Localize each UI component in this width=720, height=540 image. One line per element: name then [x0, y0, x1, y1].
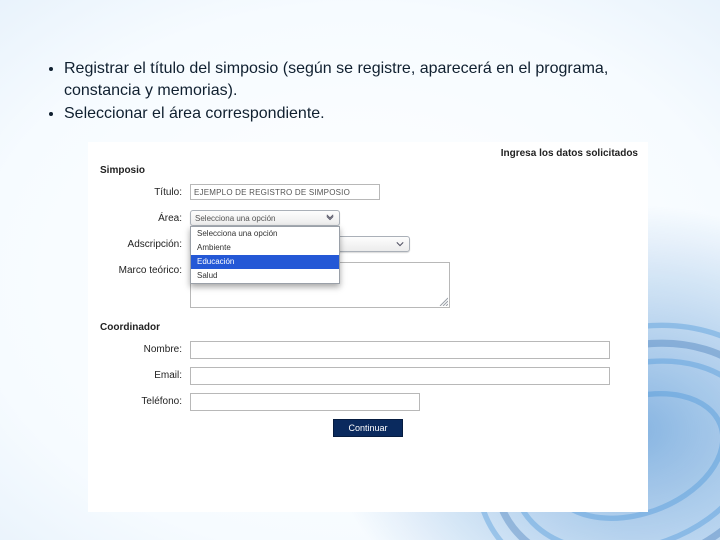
email-input[interactable]: [190, 367, 610, 385]
area-option[interactable]: Selecciona una opción: [191, 227, 339, 241]
area-select[interactable]: Selecciona una opción: [190, 210, 340, 226]
continuar-button[interactable]: Continuar: [333, 419, 402, 437]
area-option-highlighted[interactable]: Educación: [191, 255, 339, 269]
form-panel: Ingresa los datos solicitados Simposio T…: [88, 142, 648, 512]
telefono-input[interactable]: [190, 393, 420, 411]
titulo-input[interactable]: [190, 184, 380, 200]
chevron-down-icon: [325, 213, 335, 223]
label-titulo: Título:: [98, 184, 190, 202]
area-option[interactable]: Salud: [191, 269, 339, 283]
section-simposio: Simposio: [100, 165, 638, 176]
label-nombre: Nombre:: [98, 341, 190, 359]
label-email: Email:: [98, 367, 190, 385]
chevron-down-icon: [395, 239, 405, 249]
area-dropdown[interactable]: Selecciona una opción Ambiente Educación…: [190, 226, 340, 284]
label-marco: Marco teórico:: [98, 262, 190, 280]
section-coordinador: Coordinador: [100, 322, 638, 333]
form-prompt: Ingresa los datos solicitados: [98, 148, 638, 159]
label-area: Área:: [98, 210, 190, 228]
area-option[interactable]: Ambiente: [191, 241, 339, 255]
resize-grip-icon[interactable]: [438, 296, 448, 306]
nombre-input[interactable]: [190, 341, 610, 359]
label-adscripcion: Adscripción:: [98, 236, 190, 254]
label-telefono: Teléfono:: [98, 393, 190, 411]
instruction-item: Seleccionar el área correspondiente.: [64, 103, 676, 125]
instruction-item: Registrar el título del simposio (según …: [64, 58, 676, 101]
area-select-value: Selecciona una opción: [195, 214, 276, 223]
instruction-list: Registrar el título del simposio (según …: [44, 58, 676, 127]
